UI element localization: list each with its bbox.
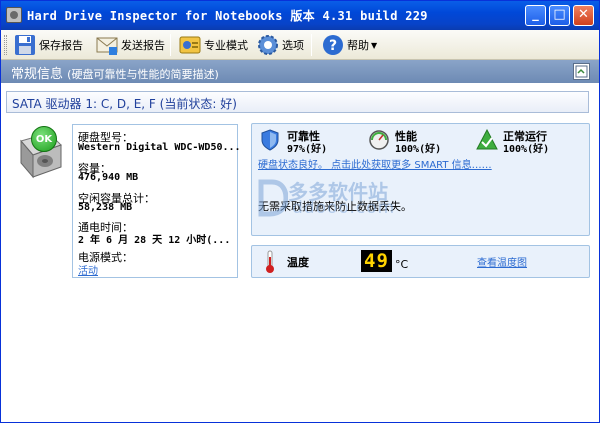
save-report-label: 保存报告 bbox=[39, 39, 83, 52]
gauge-icon bbox=[368, 129, 390, 154]
smart-info-link[interactable]: 硬盘状态良好。 点击此处获取更多 SMART 信息…… bbox=[258, 156, 492, 171]
edit-note-icon[interactable] bbox=[573, 63, 590, 80]
options-label: 选项 bbox=[282, 39, 304, 52]
section-header: 常规信息 (硬盘可靠性与性能的简要描述) bbox=[1, 60, 599, 83]
gear-icon bbox=[256, 33, 280, 57]
send-report-button[interactable]: 发送报告 bbox=[95, 32, 165, 58]
maximize-button[interactable]: □ bbox=[549, 5, 570, 26]
status-message: 无需采取措施来防止数据丢失。 bbox=[258, 200, 412, 213]
floppy-disk-icon bbox=[13, 33, 37, 57]
toolbar-separator bbox=[170, 34, 171, 56]
model-value: Western Digital WDC-WD50... bbox=[78, 142, 241, 153]
help-icon: ? bbox=[321, 33, 345, 57]
header-subtitle: (硬盘可靠性与性能的简要描述) bbox=[67, 68, 219, 81]
minimize-button[interactable]: _ bbox=[525, 5, 546, 26]
temperature-panel: 温度 49 °C 查看温度图 bbox=[251, 245, 590, 278]
health-status-panel: 可靠性 97%(好) 性能 100%(好) 正常运行 100%(好) 硬盘状态良… bbox=[251, 123, 590, 236]
shield-icon bbox=[260, 129, 280, 154]
chevron-down-icon: ▼ bbox=[371, 40, 378, 50]
drive-info-panel: 硬盘型号： Western Digital WDC-WD50... 容量： 47… bbox=[72, 124, 241, 278]
header-title-text: 常规信息 bbox=[11, 67, 64, 82]
close-button[interactable]: ✕ bbox=[573, 5, 594, 26]
uptime-value: 100%(好) bbox=[503, 144, 550, 155]
power-on-time-value: 2 年 6 月 28 天 12 小时(... bbox=[78, 235, 231, 246]
hard-drive-app-icon bbox=[6, 7, 22, 23]
drive-selector-bar[interactable]: SATA 驱动器 1: C, D, E, F (当前状态: 好) bbox=[6, 91, 589, 113]
view-temperature-chart-link[interactable]: 查看温度图 bbox=[477, 254, 527, 269]
check-triangle-icon bbox=[476, 128, 498, 154]
envelope-icon bbox=[95, 33, 119, 57]
svg-text:?: ? bbox=[329, 38, 337, 54]
performance-value: 100%(好) bbox=[395, 144, 442, 155]
save-report-button[interactable]: 保存报告 bbox=[13, 32, 83, 58]
temperature-readout: 49 bbox=[361, 250, 392, 272]
send-report-label: 发送报告 bbox=[121, 39, 165, 52]
expert-mode-label: 专业模式 bbox=[204, 39, 248, 52]
window-title: Hard Drive Inspector for Notebooks 版本 4.… bbox=[27, 9, 428, 23]
temperature-label: 温度 bbox=[287, 256, 309, 269]
toolbar-grip[interactable] bbox=[4, 35, 7, 55]
expert-mode-button[interactable]: 专业模式 bbox=[178, 32, 248, 58]
reliability-value: 97%(好) bbox=[287, 144, 328, 155]
power-mode-link[interactable]: 活动 bbox=[78, 262, 98, 277]
help-button[interactable]: ? 帮助 ▼ bbox=[321, 32, 377, 58]
page-title: 常规信息 (硬盘可靠性与性能的简要描述) bbox=[11, 63, 219, 82]
help-label: 帮助 bbox=[347, 39, 369, 52]
title-bar[interactable]: Hard Drive Inspector for Notebooks 版本 4.… bbox=[1, 1, 599, 30]
drive-label: SATA 驱动器 1: C, D, E, F (当前状态: 好) bbox=[12, 97, 237, 111]
toolbar: 保存报告 发送报告 专业模式 选项 ? 帮助 ▼ bbox=[1, 30, 599, 60]
capacity-value: 476,940 MB bbox=[78, 172, 139, 183]
options-button[interactable]: 选项 bbox=[256, 32, 304, 58]
toolbar-separator bbox=[311, 34, 312, 56]
temperature-unit: °C bbox=[395, 258, 409, 271]
expert-mode-icon bbox=[178, 33, 202, 57]
free-space-value: 58,238 MB bbox=[78, 202, 133, 213]
status-badge: OK bbox=[31, 126, 57, 152]
thermometer-icon bbox=[264, 250, 276, 277]
app-window: Hard Drive Inspector for Notebooks 版本 4.… bbox=[0, 0, 600, 423]
main-content: SATA 驱动器 1: C, D, E, F (当前状态: 好) OK 硬盘型号… bbox=[1, 83, 599, 422]
